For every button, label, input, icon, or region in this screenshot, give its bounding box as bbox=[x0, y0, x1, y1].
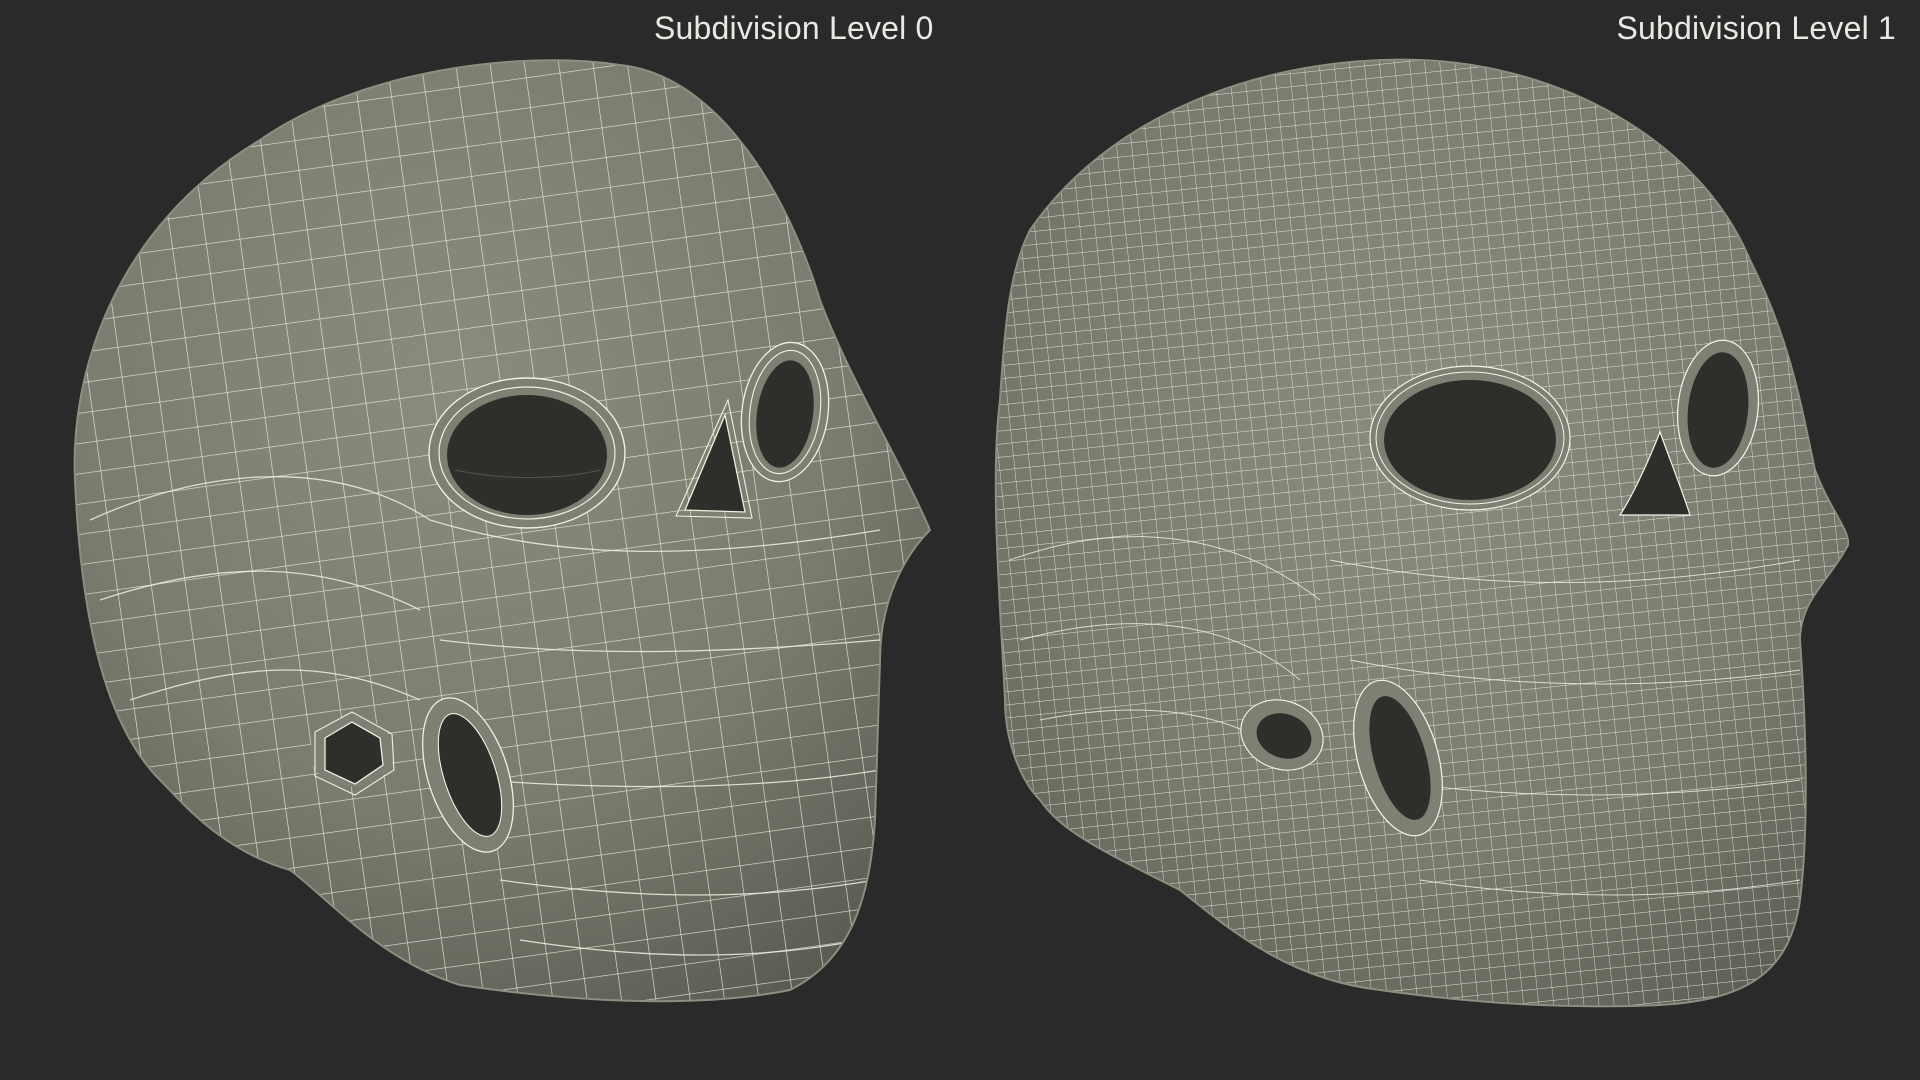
eye-socket-left bbox=[1369, 365, 1571, 511]
skull-mesh-level-1 bbox=[994, 58, 1850, 1008]
render-viewport: Subdivision Level 0 Subdivision Level 1 bbox=[0, 0, 1920, 1080]
subdivision-level-1-label: Subdivision Level 1 bbox=[1616, 10, 1896, 46]
eye-socket-left bbox=[428, 377, 626, 529]
scene-canvas bbox=[73, 58, 1850, 1008]
subdivision-level-0-label: Subdivision Level 0 bbox=[654, 10, 934, 46]
skull-mesh-level-0 bbox=[73, 59, 931, 1003]
